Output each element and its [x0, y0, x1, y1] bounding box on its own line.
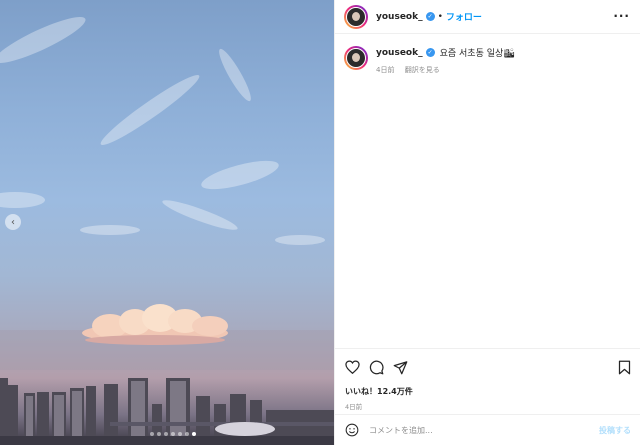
post-date: 4日前	[345, 403, 363, 411]
carousel-dot	[164, 432, 168, 436]
cumulus-cloud	[82, 304, 228, 345]
post-photo[interactable]: ‹	[0, 0, 334, 445]
carousel-prev-button[interactable]: ‹	[5, 214, 21, 230]
comment-icon[interactable]	[369, 360, 384, 375]
caption-username-link[interactable]: youseok_	[376, 48, 423, 58]
post-header: youseok_ ✓ • フォロー ···	[335, 0, 640, 34]
emoji-icon[interactable]	[345, 423, 359, 437]
separator: •	[437, 11, 443, 22]
caption-avatar[interactable]	[344, 46, 368, 70]
actions-bar: いいね！12.4万件 4日前	[335, 348, 640, 411]
carousel-dot	[192, 432, 196, 436]
share-icon[interactable]	[393, 360, 408, 375]
carousel-dot	[150, 432, 154, 436]
post-panel: youseok_ ✓ • フォロー ··· youseok_ ✓ 요즘 서초동 …	[334, 0, 640, 445]
comment-bar: 投稿する	[335, 414, 640, 445]
carousel-indicator	[150, 432, 196, 436]
carousel-dot	[185, 432, 189, 436]
chevron-left-icon: ‹	[11, 216, 15, 228]
more-options-icon[interactable]: ···	[613, 9, 630, 23]
heart-icon[interactable]	[345, 360, 360, 374]
follow-button[interactable]: フォロー	[446, 10, 482, 23]
carousel-dot	[171, 432, 175, 436]
caption: youseok_ ✓ 요즘 서초동 일상🏙 4日前 翻訳を見る	[344, 46, 515, 75]
caption-text: 요즘 서초동 일상🏙	[439, 49, 515, 59]
translate-link[interactable]: 翻訳を見る	[405, 66, 440, 74]
avatar[interactable]	[344, 4, 368, 29]
photo-scene	[0, 17, 334, 445]
username-link[interactable]: youseok_	[376, 12, 423, 22]
caption-age[interactable]: 4日前	[376, 66, 394, 74]
comment-input[interactable]	[369, 425, 569, 435]
bookmark-icon[interactable]	[618, 360, 631, 375]
carousel-dot	[178, 432, 182, 436]
verified-badge-icon: ✓	[425, 48, 435, 57]
post-comment-button[interactable]: 投稿する	[599, 425, 631, 436]
likes-count[interactable]: いいね！12.4万件	[345, 386, 631, 397]
carousel-dot	[157, 432, 161, 436]
verified-badge-icon: ✓	[425, 12, 435, 21]
